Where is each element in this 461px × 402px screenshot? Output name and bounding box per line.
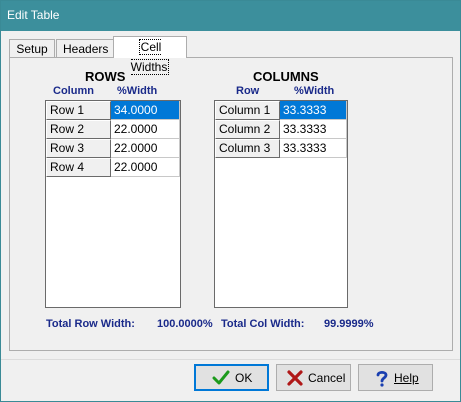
- width-cell[interactable]: 33.3333: [280, 120, 347, 139]
- rows-title: ROWS: [85, 69, 126, 84]
- tab-setup[interactable]: Setup: [9, 39, 55, 57]
- tab-headers[interactable]: Headers: [56, 39, 114, 57]
- total-col-width-value: 99.9999%: [324, 318, 374, 330]
- row-header[interactable]: Row 1: [46, 101, 111, 120]
- columns-row-header: Row: [236, 85, 260, 97]
- table-row: Row 3 22.0000: [46, 139, 180, 158]
- cancel-button[interactable]: Cancel: [276, 364, 351, 391]
- total-col-width-label: Total Col Width:: [221, 318, 305, 330]
- table-row: Row 2 22.0000: [46, 120, 180, 139]
- tab-headers-label: Headers: [63, 42, 109, 56]
- width-cell[interactable]: 33.3333: [280, 139, 347, 158]
- rows-width-header: %Width: [117, 85, 158, 97]
- width-cell[interactable]: 22.0000: [111, 158, 180, 177]
- tab-cell-widths[interactable]: Cell Widths: [113, 36, 187, 75]
- tab-strip: Setup Headers Cell Widths: [9, 36, 453, 75]
- rows-column-header: Column: [53, 85, 94, 97]
- ok-button-label: OK: [235, 371, 253, 385]
- question-mark-icon: [376, 370, 388, 387]
- help-button[interactable]: Help: [358, 364, 433, 391]
- columns-width-header: %Width: [294, 85, 335, 97]
- width-cell[interactable]: 22.0000: [111, 120, 180, 139]
- columns-title: COLUMNS: [253, 69, 319, 84]
- checkmark-icon: [212, 370, 230, 385]
- title-bar[interactable]: Edit Table: [1, 1, 460, 31]
- ok-button[interactable]: OK: [194, 364, 269, 391]
- columns-grid[interactable]: Column 1 33.3333 Column 2 33.3333 Column…: [214, 100, 348, 308]
- width-cell[interactable]: 34.0000: [111, 101, 180, 120]
- cancel-button-label: Cancel: [308, 371, 346, 385]
- tab-cell-widths-label: Cell Widths: [130, 39, 170, 75]
- rows-grid[interactable]: Row 1 34.0000 Row 2 22.0000 Row 3 22.000…: [45, 100, 181, 308]
- width-cell[interactable]: 33.3333: [280, 101, 347, 120]
- column-header[interactable]: Column 1: [215, 101, 280, 120]
- table-row: Row 4 22.0000: [46, 158, 180, 177]
- total-row-width-value: 100.0000%: [157, 318, 213, 330]
- total-row-width-label: Total Row Width:: [46, 318, 135, 330]
- help-button-label: Help: [394, 371, 419, 385]
- cell-widths-panel: ROWS Column %Width Row 1 34.0000 Row 2 2…: [9, 57, 453, 351]
- table-row: Column 2 33.3333: [215, 120, 347, 139]
- row-header[interactable]: Row 4: [46, 158, 111, 177]
- table-row: Row 1 34.0000: [46, 101, 180, 120]
- window-title: Edit Table: [7, 8, 60, 22]
- edit-table-dialog: Edit Table Setup Headers Cell Widths ROW…: [0, 0, 461, 402]
- tab-setup-label: Setup: [16, 42, 48, 56]
- table-row: Column 3 33.3333: [215, 139, 347, 158]
- x-icon: [287, 370, 303, 386]
- column-header[interactable]: Column 3: [215, 139, 280, 158]
- width-cell[interactable]: 22.0000: [111, 139, 180, 158]
- table-row: Column 1 33.3333: [215, 101, 347, 120]
- column-header[interactable]: Column 2: [215, 120, 280, 139]
- row-header[interactable]: Row 2: [46, 120, 111, 139]
- ok-button-focus: [195, 365, 268, 390]
- divider: [1, 359, 460, 360]
- row-header[interactable]: Row 3: [46, 139, 111, 158]
